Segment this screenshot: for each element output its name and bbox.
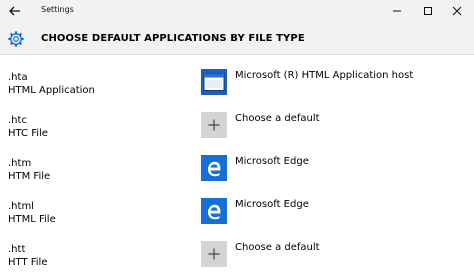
- file-type-row: .htc HTC File Choose a default: [0, 112, 474, 159]
- page-header: CHOOSE DEFAULT APPLICATIONS BY FILE TYPE: [0, 22, 474, 55]
- minimize-button[interactable]: [384, 1, 410, 21]
- hta-app-icon: [201, 69, 227, 95]
- default-app-button[interactable]: Microsoft Edge: [201, 198, 461, 226]
- file-type-name: HTT File: [8, 257, 48, 268]
- file-type-name: HTC File: [8, 128, 48, 139]
- maximize-icon: [424, 7, 432, 15]
- plus-icon: [201, 241, 227, 267]
- title-bar: Settings: [0, 0, 474, 22]
- edge-icon: [201, 155, 227, 181]
- page-title: CHOOSE DEFAULT APPLICATIONS BY FILE TYPE: [41, 33, 305, 44]
- minimize-icon: [393, 10, 401, 12]
- close-button[interactable]: [444, 1, 470, 21]
- file-type-row: .html HTML File Microsoft Edge: [0, 198, 474, 245]
- file-extension: .htc: [8, 115, 27, 126]
- file-extension: .html: [8, 201, 34, 212]
- file-type-name: HTML Application: [8, 85, 95, 96]
- file-extension: .hta: [8, 72, 28, 83]
- default-app-button[interactable]: Microsoft (R) HTML Application host: [201, 69, 461, 97]
- maximize-button[interactable]: [415, 1, 441, 21]
- default-app-button[interactable]: Choose a default: [201, 112, 461, 140]
- file-type-row: .hta HTML Application Microsoft (R) HTML…: [0, 69, 474, 116]
- close-icon: [452, 6, 462, 16]
- back-arrow-icon: [9, 6, 20, 16]
- file-type-name: HTM File: [8, 171, 51, 182]
- default-app-name: Microsoft (R) HTML Application host: [235, 70, 414, 81]
- default-app-name: Choose a default: [235, 113, 320, 124]
- window-title: Settings: [41, 5, 74, 14]
- back-button[interactable]: [5, 2, 27, 20]
- file-type-row: .htt HTT File Choose a default: [0, 241, 474, 279]
- file-extension: .htm: [8, 158, 32, 169]
- file-extension: .htt: [8, 244, 26, 255]
- default-app-name: Microsoft Edge: [235, 199, 309, 210]
- plus-icon: [201, 112, 227, 138]
- default-app-name: Microsoft Edge: [235, 156, 309, 167]
- gear-icon: [8, 31, 24, 47]
- default-app-name: Choose a default: [235, 242, 320, 253]
- file-type-row: .htm HTM File Microsoft Edge: [0, 155, 474, 202]
- file-type-name: HTML File: [8, 214, 56, 225]
- default-app-button[interactable]: Microsoft Edge: [201, 155, 461, 183]
- default-app-button[interactable]: Choose a default: [201, 241, 461, 269]
- edge-icon: [201, 198, 227, 224]
